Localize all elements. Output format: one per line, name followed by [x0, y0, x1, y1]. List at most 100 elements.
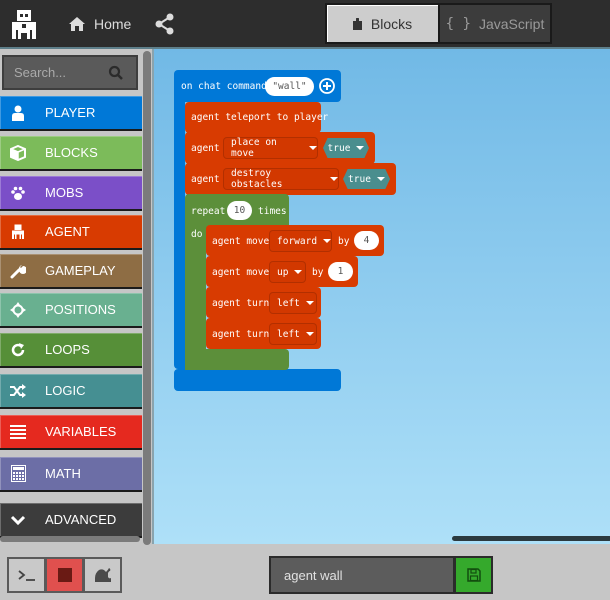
home-icon — [69, 17, 85, 31]
terminal-icon — [17, 570, 35, 581]
category-label: MOBS — [45, 185, 84, 200]
search-icon[interactable] — [108, 65, 124, 81]
tab-blocks-label: Blocks — [370, 15, 413, 32]
search-box[interactable] — [2, 55, 138, 90]
paw-icon — [9, 184, 27, 202]
chevron-down-icon — [9, 511, 27, 529]
repeat-label: repeat — [191, 206, 226, 217]
dropdown-value: destroy obstacles — [231, 168, 283, 190]
snail-icon — [94, 568, 111, 582]
by-label: by — [312, 267, 324, 278]
dropdown-arrow-icon — [305, 332, 314, 336]
blocks-workspace[interactable]: on chat command "wall" agent teleport to… — [152, 49, 610, 544]
project-name-field[interactable] — [269, 556, 455, 594]
crosshair-icon — [9, 301, 27, 319]
stop-button[interactable] — [45, 557, 84, 593]
terminal-button[interactable] — [7, 557, 46, 593]
repeat-count-input[interactable]: 10 — [227, 201, 252, 220]
move-amount-input[interactable]: 4 — [354, 231, 379, 250]
dropdown-arrow-icon — [305, 301, 314, 305]
move-direction-dropdown[interactable]: forward — [269, 230, 332, 252]
home-label: Home — [94, 16, 132, 32]
place-bool-dropdown[interactable]: true — [323, 138, 369, 158]
category-gameplay[interactable]: GAMEPLAY — [0, 254, 142, 289]
do-label: do — [191, 229, 203, 240]
move-amount-input[interactable]: 1 — [328, 262, 353, 281]
agent-turn-label: agent turn — [212, 329, 270, 340]
toolbox-horizontal-scrollbar[interactable] — [0, 536, 140, 542]
agent-label: agent — [191, 143, 220, 154]
times-label: times — [258, 206, 287, 217]
chat-command-value[interactable]: "wall" — [265, 77, 314, 96]
place-option-dropdown[interactable]: place on move — [223, 137, 318, 159]
agent-logo-icon[interactable] — [10, 10, 38, 40]
category-label: AGENT — [45, 224, 90, 239]
turn-direction-dropdown[interactable]: left — [269, 292, 317, 314]
category-label: LOOPS — [45, 342, 90, 357]
turn-direction-dropdown[interactable]: left — [269, 323, 317, 345]
toolbox: PLAYER BLOCKS MOBS AGENT GAMEPLAY POSITI… — [0, 49, 152, 545]
loop-icon — [9, 341, 27, 359]
home-button[interactable]: Home — [68, 13, 131, 35]
tab-javascript[interactable]: { } JavaScript — [438, 3, 552, 44]
dropdown-arrow-icon — [376, 177, 385, 181]
category-positions[interactable]: POSITIONS — [0, 293, 142, 328]
dropdown-arrow-icon — [356, 146, 365, 150]
plus-circle-icon[interactable] — [319, 78, 335, 94]
dropdown-arrow-icon — [330, 177, 338, 181]
dropdown-value: place on move — [231, 137, 277, 159]
category-label: PLAYER — [45, 105, 96, 120]
category-advanced[interactable]: ADVANCED — [0, 503, 142, 538]
dropdown-value: left — [277, 328, 300, 340]
agent-move-label: agent move — [212, 267, 270, 278]
slow-mode-button[interactable] — [83, 557, 122, 593]
on-chat-command-label: on chat command — [181, 81, 267, 92]
dropdown-value: up — [277, 266, 289, 278]
toolbox-scrollbar[interactable] — [143, 51, 151, 545]
category-loops[interactable]: LOOPS — [0, 333, 142, 368]
tab-blocks[interactable]: Blocks — [325, 3, 438, 44]
search-input[interactable] — [4, 57, 108, 88]
event-block-spine — [174, 94, 185, 369]
category-label: VARIABLES — [45, 424, 117, 439]
agent-move-label: agent move — [212, 236, 270, 247]
category-label: GAMEPLAY — [45, 263, 116, 278]
share-icon[interactable] — [155, 13, 175, 35]
stop-icon — [57, 568, 72, 582]
agent-label: agent — [191, 174, 220, 185]
dropdown-value: left — [277, 297, 300, 309]
category-math[interactable]: MATH — [0, 457, 142, 492]
destroy-option-dropdown[interactable]: destroy obstacles — [223, 168, 339, 190]
category-label: LOGIC — [45, 383, 86, 398]
bool-value: true — [327, 142, 351, 154]
move-direction-dropdown[interactable]: up — [269, 261, 306, 283]
calculator-icon — [9, 465, 27, 483]
save-icon — [466, 568, 481, 582]
list-icon — [9, 423, 27, 441]
category-mobs[interactable]: MOBS — [0, 176, 142, 211]
category-logic[interactable]: LOGIC — [0, 374, 142, 409]
category-player[interactable]: PLAYER — [0, 96, 142, 131]
destroy-bool-dropdown[interactable]: true — [343, 169, 390, 189]
tab-javascript-label: JavaScript — [478, 15, 545, 32]
wrench-icon — [9, 262, 27, 280]
bool-value: true — [348, 173, 371, 185]
category-blocks[interactable]: BLOCKS — [0, 136, 142, 171]
category-label: MATH — [45, 466, 81, 481]
cube-icon — [9, 144, 27, 162]
event-block-footer — [174, 369, 341, 391]
save-button[interactable] — [454, 556, 493, 594]
braces-icon: { } — [445, 15, 471, 32]
project-name-input[interactable] — [284, 567, 444, 583]
category-variables[interactable]: VARIABLES — [0, 415, 142, 450]
dropdown-arrow-icon — [309, 146, 317, 150]
dropdown-arrow-icon — [294, 270, 303, 274]
category-agent[interactable]: AGENT — [0, 215, 142, 250]
dropdown-value: forward — [277, 235, 318, 247]
person-icon — [9, 104, 27, 122]
bottom-bar — [0, 545, 610, 600]
agent-icon — [9, 223, 27, 241]
repeat-block-footer — [185, 349, 289, 370]
shuffle-icon — [9, 382, 27, 400]
workspace-horizontal-scrollbar[interactable] — [452, 536, 610, 541]
